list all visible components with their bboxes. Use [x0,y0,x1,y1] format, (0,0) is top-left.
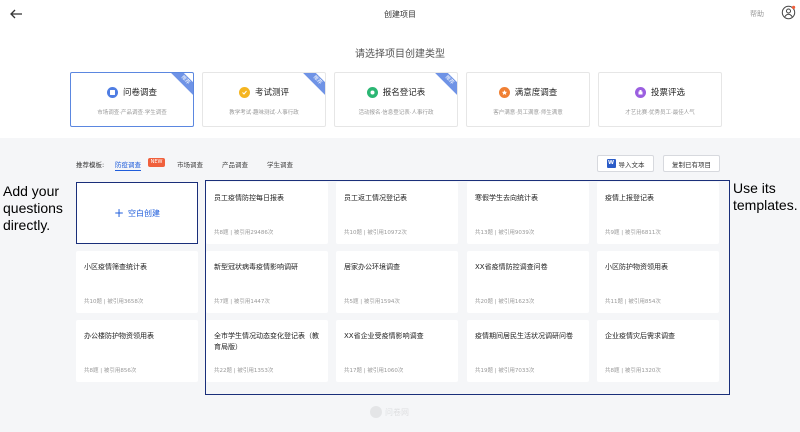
satisfaction-icon [498,86,510,98]
watermark: 问卷网 [370,406,409,418]
template-card[interactable]: 办公楼防护物资领用表 共8题 | 被引用856次 [76,320,198,382]
plus-icon: + [113,206,125,220]
template-stats: 共7题 | 被引用1447次 [214,299,270,305]
template-title: 企业疫情灾后需求调查 [605,332,675,340]
template-title: XX省疫情防控调查问卷 [475,263,548,271]
type-card-vote[interactable]: 投票评选 才艺比赛·优秀员工·最佳人气 [598,72,722,127]
template-stats: 共22题 | 被引用1353次 [214,368,274,374]
filter-tab-market[interactable]: 市场调查 [177,159,203,169]
type-subtitle: 市场调查·产品调查·学生调查 [97,110,167,116]
annotation-line: Add your [3,183,60,199]
template-stats: 共20题 | 被引用1623次 [475,299,535,305]
template-title: 小区疫情筛查统计表 [84,263,147,271]
template-card[interactable]: 疫情期间居民生活状况调研问卷 共19题 | 被引用7033次 [467,320,589,382]
filter-tab-student[interactable]: 学生调查 [267,159,293,169]
template-title: 新型冠状病毒疫情影响调研 [214,263,298,271]
template-card[interactable]: 企业疫情灾后需求调查 共8题 | 被引用1320次 [597,320,719,382]
template-stats: 共17题 | 被引用1060次 [344,368,404,374]
help-link[interactable]: 帮助 [750,9,764,19]
annotation-use-templates: Use its templates. [733,180,798,214]
type-subtitle: 教学考试·趣味测试·人事行政 [229,110,299,116]
type-card-registration[interactable]: 报名登记表 活动报名·信息登记表·人事行政 推荐 [334,72,458,127]
new-badge: NEW [148,158,165,167]
filter-tab-epidemic[interactable]: 防疫调查 [115,159,141,171]
exam-icon [238,86,250,98]
survey-icon [106,86,118,98]
type-title: 考试测评 [254,88,289,98]
watermark-text: 问卷网 [385,407,409,417]
type-selection-prompt: 请选择项目创建类型 [355,49,445,60]
template-stats: 共8题 | 被引用1320次 [605,368,661,374]
template-stats: 共11题 | 被引用854次 [605,299,661,305]
templates-label: 推荐模板: [76,161,105,169]
annotation-line: Use its [733,180,776,196]
blank-create-button[interactable]: + 空白创建 [76,182,198,244]
type-subtitle: 活动报名·信息登记表·人事行政 [358,110,434,116]
template-stats: 共8题 | 被引用29486次 [214,230,274,236]
type-title: 满意度调查 [514,88,558,98]
template-title: 员工返工情况登记表 [344,194,407,202]
template-title: 寒假学生去向统计表 [475,194,538,202]
template-title: 居家办公环境调查 [344,263,400,271]
template-title: 办公楼防护物资领用表 [84,332,154,340]
template-card[interactable]: 全市学生情况动态变化登记表（教育局版） 共22题 | 被引用1353次 [206,320,328,382]
type-card-exam[interactable]: 考试测评 教学考试·趣味测试·人事行政 推荐 [202,72,326,127]
template-card[interactable]: 新型冠状病毒疫情影响调研 共7题 | 被引用1447次 [206,251,328,313]
template-card[interactable]: 寒假学生去向统计表 共13题 | 被引用9039次 [467,182,589,244]
import-text-label: 导入文本 [618,160,645,169]
template-card[interactable]: 员工疫情防控每日报表 共8题 | 被引用29486次 [206,182,328,244]
type-subtitle: 客户满意·员工满意·师生满意 [493,110,563,116]
page-title: 创建项目 [384,10,416,19]
template-title: 全市学生情况动态变化登记表（教育局版） [214,332,319,351]
template-card[interactable]: 居家办公环境调查 共5题 | 被引用1594次 [336,251,458,313]
template-card[interactable]: 小区防护物资领用表 共11题 | 被引用854次 [597,251,719,313]
template-card[interactable]: XX省疫情防控调查问卷 共20题 | 被引用1623次 [467,251,589,313]
template-stats: 共5题 | 被引用1594次 [344,299,400,305]
type-title: 问卷调查 [122,88,157,98]
annotation-line: templates. [733,197,798,213]
user-avatar-icon[interactable] [781,5,796,20]
template-stats: 共9题 | 被引用6811次 [605,230,661,236]
template-stats: 共13题 | 被引用9039次 [475,230,535,236]
annotation-add-questions: Add your questions directly. [3,183,63,234]
type-card-satisfaction[interactable]: 满意度调查 客户满意·员工满意·师生满意 [466,72,590,127]
word-icon: W [606,159,616,168]
registration-icon [366,86,378,98]
watermark-logo-icon [370,406,382,418]
template-card[interactable]: XX省企业受疫情影响调查 共17题 | 被引用1060次 [336,320,458,382]
template-title: 疫情期间居民生活状况调研问卷 [475,332,573,340]
copy-project-button[interactable]: 复制已有项目 [663,155,720,172]
annotation-line: questions [3,200,63,216]
template-card[interactable]: 小区疫情筛查统计表 共10题 | 被引用3658次 [76,251,198,313]
template-stats: 共10题 | 被引用10972次 [344,230,407,236]
type-card-survey[interactable]: 问卷调查 市场调查·产品调查·学生调查 推荐 [70,72,194,127]
template-stats: 共8题 | 被引用856次 [84,368,137,374]
blank-create-label: 空白创建 [128,208,161,218]
template-stats: 共19题 | 被引用7033次 [475,368,535,374]
template-card[interactable]: 疫情上报登记表 共9题 | 被引用6811次 [597,182,719,244]
template-title: 疫情上报登记表 [605,194,654,202]
vote-icon [634,86,646,98]
type-subtitle: 才艺比赛·优秀员工·最佳人气 [625,110,695,116]
import-text-button[interactable]: W 导入文本 [597,155,654,172]
annotation-line: directly. [3,217,51,233]
type-title: 报名登记表 [382,88,426,98]
template-title: XX省企业受疫情影响调查 [344,332,424,340]
type-title: 投票评选 [650,88,685,98]
top-bar: 创建项目 帮助 [0,0,800,30]
filter-tab-product[interactable]: 产品调查 [222,159,248,169]
template-card[interactable]: 员工返工情况登记表 共10题 | 被引用10972次 [336,182,458,244]
template-title: 员工疫情防控每日报表 [214,194,284,202]
template-title: 小区防护物资领用表 [605,263,668,271]
template-stats: 共10题 | 被引用3658次 [84,299,144,305]
